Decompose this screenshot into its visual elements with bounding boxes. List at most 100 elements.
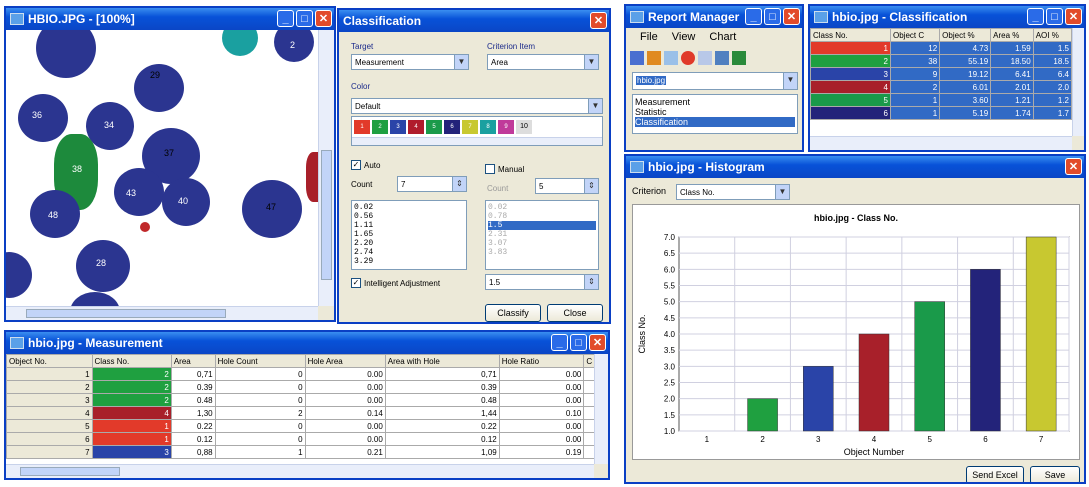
report-list[interactable]: Measurement Statistic Classification	[632, 94, 798, 134]
line-chart-icon[interactable]	[664, 51, 678, 65]
column-header[interactable]: Area %	[990, 28, 1034, 42]
maximize-icon[interactable]: □	[296, 10, 313, 27]
auto-value-item[interactable]: 0.56	[354, 212, 464, 221]
menu-view[interactable]: View	[672, 31, 696, 43]
minimize-icon[interactable]: _	[745, 8, 762, 25]
excel-icon[interactable]	[732, 51, 746, 65]
menu-file[interactable]: File	[640, 31, 658, 43]
image-canvas[interactable]: 29 34 37 38 43 40 47 48 28 36 2	[6, 30, 318, 306]
manual-value-item[interactable]: 3.83	[488, 248, 596, 257]
table-row[interactable]: 1 2 0,71 0 0.00 0,71 0.00	[6, 367, 594, 381]
auto-values-list[interactable]: 0.02 0.56 1.11 1.65 2.20 2.74 3.29	[351, 200, 467, 270]
table-row[interactable]: 7 3 0,88 1 0.21 1,09 0.19	[6, 445, 594, 459]
close-icon[interactable]: ✕	[1065, 158, 1082, 175]
chevron-down-icon[interactable]: ▼	[584, 55, 598, 69]
close-icon[interactable]: ✕	[589, 334, 606, 351]
measurement-titlebar[interactable]: hbio.jpg - Measurement _ □ ✕	[6, 332, 608, 354]
maximize-icon[interactable]: □	[764, 8, 781, 25]
color-swatch[interactable]: 1	[354, 120, 370, 134]
manual-value-item[interactable]: 1.5	[488, 221, 596, 230]
classification-table-titlebar[interactable]: hbio.jpg - Classification _ □ ✕	[810, 6, 1084, 28]
table-row[interactable]: 1 12 4.73 1.59 1.5	[810, 41, 1072, 55]
chevron-down-icon[interactable]: ▼	[588, 99, 602, 113]
column-header[interactable]: Area	[170, 354, 216, 368]
maximize-icon[interactable]: □	[570, 334, 587, 351]
auto-value-item[interactable]: 3.29	[354, 257, 464, 266]
column-header[interactable]: Object No.	[6, 354, 93, 368]
bar-chart-icon[interactable]	[647, 51, 661, 65]
send-excel-button[interactable]: Send Excel	[966, 466, 1024, 482]
minimize-icon[interactable]: _	[551, 334, 568, 351]
table-row[interactable]: 4 4 1,30 2 0.14 1,44 0.10	[6, 406, 594, 420]
histogram-criterion-select[interactable]: Class No. ▼	[676, 184, 790, 200]
close-icon[interactable]: ✕	[1065, 8, 1082, 25]
intelligent-checkbox[interactable]: ✓	[351, 278, 361, 288]
menu-chart[interactable]: Chart	[709, 31, 736, 43]
manual-value-item[interactable]: 0.78	[488, 212, 596, 221]
area-chart-icon[interactable]	[698, 51, 712, 65]
column-header[interactable]: Hole Area	[304, 354, 386, 368]
vertical-scrollbar[interactable]	[318, 30, 334, 306]
save-button[interactable]: Save	[1030, 466, 1080, 482]
color-swatch[interactable]: 2	[372, 120, 388, 134]
swatch-strip[interactable]: 1 2 3 4 5 6 7 8 9 10	[351, 116, 603, 146]
export-icon[interactable]	[715, 51, 729, 65]
close-icon[interactable]: ✕	[315, 10, 332, 27]
report-list-item[interactable]: Measurement	[635, 97, 795, 107]
classification-titlebar[interactable]: Classification ✕	[339, 10, 609, 32]
spinner-icon[interactable]: ⇕	[584, 275, 598, 289]
column-header[interactable]: Object %	[939, 28, 992, 42]
color-swatch[interactable]: 7	[462, 120, 478, 134]
pie-chart-icon[interactable]	[681, 51, 695, 65]
report-list-item[interactable]: Statistic	[635, 107, 795, 117]
vertical-scrollbar[interactable]	[594, 354, 608, 464]
manual-value-item[interactable]: 0.02	[488, 203, 596, 212]
horizontal-scrollbar[interactable]	[810, 136, 1072, 150]
column-header[interactable]: Object C	[889, 28, 941, 42]
close-icon[interactable]: ✕	[590, 12, 607, 29]
manual-values-list[interactable]: 0.02 0.78 1.5 2.31 3.07 3.83	[485, 200, 599, 270]
histogram-titlebar[interactable]: hbio.jpg - Histogram ✕	[626, 156, 1084, 178]
table-row[interactable]: 4 2 6.01 2.01 2.0	[810, 80, 1072, 94]
spinner-icon[interactable]: ⇕	[452, 177, 466, 191]
manual-checkbox[interactable]	[485, 164, 495, 174]
report-manager-titlebar[interactable]: Report Manager _ □ ✕	[626, 6, 802, 28]
table-row[interactable]: 2 38 55.19 18.50 18.5	[810, 54, 1072, 68]
table-row[interactable]: 3 9 19.12 6.41 6.4	[810, 67, 1072, 81]
table-row[interactable]: 5 1 0.22 0 0.00 0.22 0.00	[6, 419, 594, 433]
color-swatch[interactable]: 8	[480, 120, 496, 134]
chevron-down-icon[interactable]: ▼	[775, 185, 789, 199]
auto-checkbox[interactable]: ✓	[351, 160, 361, 170]
column-header[interactable]: C	[583, 354, 594, 368]
auto-value-item[interactable]: 1.65	[354, 230, 464, 239]
chevron-down-icon[interactable]: ▼	[783, 73, 797, 89]
maximize-icon[interactable]: □	[1046, 8, 1063, 25]
column-header[interactable]: Class No.	[810, 28, 891, 42]
classify-button[interactable]: Classify	[485, 304, 541, 322]
color-swatch[interactable]: 5	[426, 120, 442, 134]
table-row[interactable]: 5 1 3.60 1.21 1.2	[810, 93, 1072, 107]
auto-count-input[interactable]: 7 ⇕	[397, 176, 467, 192]
close-button[interactable]: Close	[547, 304, 603, 322]
manual-value-item[interactable]: 3.07	[488, 239, 596, 248]
manual-value-item[interactable]: 2.31	[488, 230, 596, 239]
vertical-scrollbar[interactable]	[1072, 28, 1084, 136]
color-swatch[interactable]: 4	[408, 120, 424, 134]
table-row[interactable]: 6 1 5.19 1.74 1.7	[810, 106, 1072, 120]
color-swatch[interactable]: 9	[498, 120, 514, 134]
column-header[interactable]: Hole Count	[214, 354, 306, 368]
horizontal-scrollbar[interactable]	[6, 464, 594, 478]
chevron-down-icon[interactable]: ▼	[454, 55, 468, 69]
table-view-icon[interactable]	[630, 51, 644, 65]
column-header[interactable]: Area with Hole	[384, 354, 500, 368]
spinner-icon[interactable]: ⇕	[584, 179, 598, 193]
auto-value-item[interactable]: 2.74	[354, 248, 464, 257]
table-row[interactable]: 6 1 0.12 0 0.00 0.12 0.00	[6, 432, 594, 446]
table-row[interactable]: 3 2 0.48 0 0.00 0.48 0.00	[6, 393, 594, 407]
auto-value-item[interactable]: 0.02	[354, 203, 464, 212]
classification-table[interactable]: Class No. Object C Object % Area % AOI % 1 12…	[810, 28, 1072, 120]
auto-value-item[interactable]: 1.11	[354, 221, 464, 230]
color-swatch[interactable]: 6	[444, 120, 460, 134]
criterion-select[interactable]: Area ▼	[487, 54, 599, 70]
table-row[interactable]: 2 2 0.39 0 0.00 0.39 0.00	[6, 380, 594, 394]
